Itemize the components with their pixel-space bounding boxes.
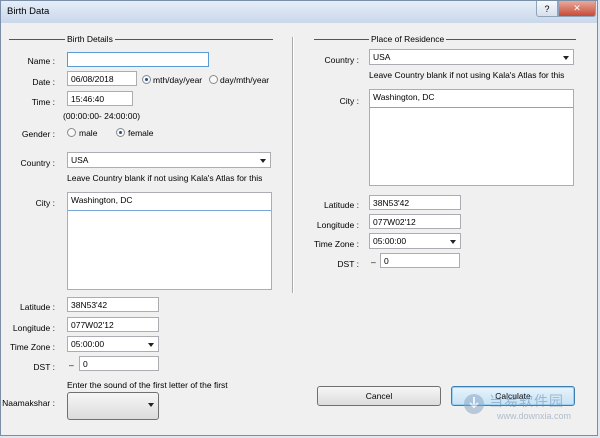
birth-dst-input[interactable]: 0 bbox=[79, 356, 159, 371]
chevron-down-icon bbox=[148, 403, 154, 407]
window-title: Birth Data bbox=[7, 6, 50, 17]
gender-male-radio[interactable] bbox=[67, 128, 76, 137]
date-format-mdy-radio[interactable] bbox=[142, 75, 151, 84]
residence-country-hint: Leave Country blank if not using Kala's … bbox=[369, 70, 565, 80]
birth-city-label: City : bbox=[35, 198, 55, 208]
time-label: Time : bbox=[31, 97, 55, 107]
birth-longitude-input[interactable]: 077W02'12 bbox=[67, 317, 159, 332]
residence-dst-sign: – bbox=[371, 257, 376, 267]
gender-male-label: male bbox=[79, 128, 98, 138]
date-format-dmy-label: day/mth/year bbox=[220, 75, 270, 85]
birth-timezone-select[interactable]: 05:00:00 bbox=[67, 336, 159, 352]
residence-timezone-select[interactable]: 05:00:00 bbox=[369, 233, 461, 249]
birth-data-dialog: Birth Data ? ✕ Birth Details Name : Date… bbox=[0, 0, 598, 436]
residence-dst-label: DST : bbox=[337, 259, 359, 269]
watermark: 当易软件园 www.downxia.com bbox=[463, 389, 581, 427]
column-divider bbox=[292, 37, 294, 293]
title-bar: Birth Data ? ✕ bbox=[1, 1, 597, 23]
birth-country-select[interactable]: USA bbox=[67, 152, 271, 168]
chevron-down-icon bbox=[260, 159, 266, 163]
birth-city-value: Washington, DC bbox=[68, 193, 271, 211]
birth-longitude-label: Longitude : bbox=[12, 323, 55, 333]
birth-details-group-line bbox=[9, 39, 273, 40]
residence-city-textarea[interactable]: Washington, DC bbox=[369, 89, 574, 186]
date-format-mdy-label: mth/day/year bbox=[153, 75, 203, 85]
watermark-text: 当易软件园 bbox=[489, 393, 564, 409]
birth-timezone-label: Time Zone : bbox=[9, 342, 55, 352]
watermark-url: www.downxia.com bbox=[497, 411, 572, 421]
gender-label: Gender : bbox=[21, 129, 55, 139]
naamakshar-hint: Enter the sound of the first letter of t… bbox=[67, 380, 228, 390]
residence-city-value: Washington, DC bbox=[370, 90, 573, 108]
residence-timezone-value: 05:00:00 bbox=[373, 236, 407, 246]
time-hint: (00:00:00- 24:00:00) bbox=[63, 111, 141, 121]
residence-latitude-input[interactable]: 38N53'42 bbox=[369, 195, 461, 210]
naamakshar-label: Naamakshar : bbox=[2, 398, 55, 408]
birth-latitude-label: Latitude : bbox=[20, 302, 55, 312]
birth-latitude-input[interactable]: 38N53'42 bbox=[67, 297, 159, 312]
time-input[interactable]: 15:46:40 bbox=[67, 91, 133, 106]
residence-country-value: USA bbox=[373, 52, 391, 62]
birth-country-label: Country : bbox=[20, 158, 56, 168]
residence-country-label: Country : bbox=[324, 55, 360, 65]
name-label: Name : bbox=[27, 56, 55, 66]
date-input[interactable]: 06/08/2018 bbox=[67, 71, 137, 86]
birth-details-title: Birth Details bbox=[65, 34, 115, 44]
naamakshar-dropdown[interactable] bbox=[67, 392, 159, 420]
birth-country-hint: Leave Country blank if not using Kala's … bbox=[67, 173, 263, 183]
chevron-down-icon bbox=[148, 343, 154, 347]
chevron-down-icon bbox=[563, 56, 569, 60]
residence-dst-input[interactable]: 0 bbox=[380, 253, 460, 268]
birth-city-textarea[interactable]: Washington, DC bbox=[67, 192, 272, 290]
close-button[interactable]: ✕ bbox=[558, 1, 596, 17]
date-label: Date : bbox=[32, 77, 55, 87]
birth-timezone-value: 05:00:00 bbox=[71, 339, 105, 349]
gender-female-radio[interactable] bbox=[116, 128, 125, 137]
cancel-button[interactable]: Cancel bbox=[317, 386, 441, 406]
birth-dst-label: DST : bbox=[33, 362, 55, 372]
chevron-down-icon bbox=[450, 240, 456, 244]
gender-female-label: female bbox=[128, 128, 154, 138]
residence-timezone-label: Time Zone : bbox=[313, 239, 359, 249]
help-button[interactable]: ? bbox=[536, 1, 558, 17]
residence-latitude-label: Latitude : bbox=[324, 200, 359, 210]
residence-title: Place of Residence bbox=[369, 34, 447, 44]
date-format-dmy-radio[interactable] bbox=[209, 75, 218, 84]
residence-longitude-label: Longitude : bbox=[316, 220, 359, 230]
birth-dst-sign: – bbox=[69, 360, 74, 370]
residence-city-label: City : bbox=[339, 96, 359, 106]
residence-country-select[interactable]: USA bbox=[369, 49, 574, 65]
birth-country-value: USA bbox=[71, 155, 89, 165]
name-input[interactable] bbox=[67, 52, 209, 67]
watermark-logo-icon bbox=[464, 394, 484, 414]
residence-longitude-input[interactable]: 077W02'12 bbox=[369, 214, 461, 229]
